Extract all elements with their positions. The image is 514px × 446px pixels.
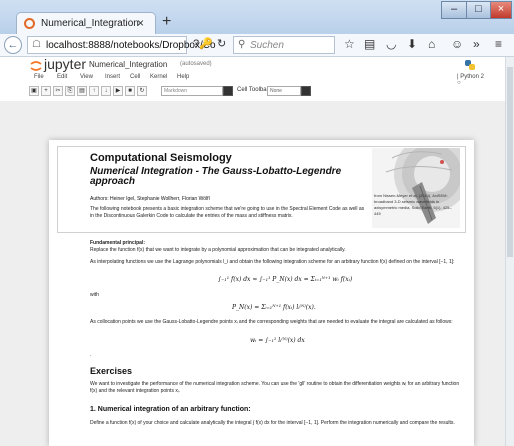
run-icon[interactable]: ▶ — [113, 86, 123, 96]
intro-text: The following notebook presents a basic … — [90, 206, 365, 219]
exercises-text: We want to investigate the performance o… — [90, 381, 460, 394]
search-input[interactable]: ⚲ Suchen — [233, 36, 335, 54]
search-icon: ⚲ — [238, 39, 246, 50]
reader-icon[interactable]: ▤ — [364, 37, 375, 51]
menu-icon[interactable]: ≡ — [495, 37, 502, 51]
star-icon[interactable]: ☆ — [344, 37, 355, 51]
kernel-name: Python 2 — [460, 74, 484, 80]
python-logo-icon — [465, 60, 475, 70]
tab-title: Numerical_Integration — [41, 18, 139, 29]
notebook-subtitle: Numerical Integration - The Gauss-Lobatt… — [90, 166, 342, 187]
notebook-toolbar: ▣ + ✂ ⎘ ▤ ↑ ↓ ▶ ■ ↻ Markdown Cell Toolba… — [29, 86, 484, 98]
notebook-title: Computational Seismology — [90, 152, 232, 164]
principle-heading: Fundamental principal: — [90, 240, 146, 246]
close-tab-icon[interactable]: × — [137, 16, 144, 30]
download-icon[interactable]: ⬇ — [407, 37, 417, 51]
reload-icon[interactable]: ↻ — [217, 37, 226, 50]
page-info-icon[interactable]: ☖ — [32, 39, 41, 50]
restart-icon[interactable]: ↻ — [137, 86, 147, 96]
cell-toolbar-select[interactable]: None — [267, 86, 301, 96]
home-icon[interactable]: ⌂ — [428, 37, 435, 51]
principle-text: Replace the function f(x) that we want t… — [90, 247, 346, 253]
minimize-button[interactable]: – — [441, 1, 467, 19]
key-icon[interactable]: ?🔑 — [193, 37, 213, 50]
search-placeholder: Suchen — [250, 40, 284, 51]
cell-type-select[interactable]: Markdown — [161, 86, 223, 96]
close-window-button[interactable]: × — [490, 1, 512, 19]
authors-line: Authors: Heiner Igel, Stephanie Wollherr… — [90, 196, 210, 202]
image-caption: from Nissen-Meyer et al. (2014), AxiSEM:… — [374, 193, 452, 216]
back-arrow-icon[interactable]: ← — [4, 36, 22, 54]
autosave-status: (autosaved) — [180, 61, 212, 67]
firefox-icon — [24, 18, 35, 29]
kernel-indicator: | Python 2 ○ — [457, 74, 484, 86]
maximize-button[interactable]: □ — [466, 1, 491, 19]
menu-help[interactable]: Help — [177, 74, 189, 80]
jupyter-logo-icon — [30, 61, 42, 71]
interp-text: As interpolating functions we use the La… — [90, 259, 455, 265]
copy-icon[interactable]: ⎘ — [65, 86, 75, 96]
chevron-down-icon[interactable] — [301, 86, 311, 96]
collocation-text: As collocation points we use the Gauss-L… — [90, 319, 453, 325]
menu-file[interactable]: File — [34, 74, 44, 80]
exercises-heading: Exercises — [90, 366, 133, 376]
url-bar[interactable]: ☖ localhost:8888/notebooks/Dropbox/Co — [27, 36, 216, 54]
exercise-1-text: Define a function f(x) of your choice an… — [90, 420, 455, 426]
add-icon[interactable]: + — [41, 86, 51, 96]
dot-text: . — [90, 352, 92, 358]
menu-view[interactable]: View — [80, 74, 93, 80]
with-text: with — [90, 292, 99, 298]
cut-icon[interactable]: ✂ — [53, 86, 63, 96]
equation-polynomial: P_N(x) = Σᵢ₌₁ᴺ⁺¹ f(xᵢ) lᵢ⁽ᴺ⁾(x). — [232, 304, 316, 311]
equation-weights: wᵢ = ∫₋₁¹ lᵢ⁽ᴺ⁾(x) dx — [250, 337, 305, 344]
move-up-icon[interactable]: ↑ — [89, 86, 99, 96]
paste-icon[interactable]: ▤ — [77, 86, 87, 96]
equation-integral: ∫₋₁¹ f(x) dx ≈ ∫₋₁¹ P_N(x) dx = Σᵢ₌₁ᴺ⁺¹ … — [218, 276, 353, 283]
new-tab-button[interactable]: + — [162, 13, 171, 31]
pocket-icon[interactable]: ◡ — [386, 37, 396, 51]
menu-edit[interactable]: Edit — [57, 74, 67, 80]
menu-cell[interactable]: Cell — [130, 74, 140, 80]
menu-kernel[interactable]: Kernel — [150, 74, 167, 80]
menu-insert[interactable]: Insert — [105, 74, 120, 80]
window-title-bar: Numerical_Integration × + – □ × — [0, 0, 514, 35]
scrollbar[interactable] — [505, 57, 514, 446]
url-text[interactable]: localhost:8888/notebooks/Dropbox/Co — [46, 40, 216, 51]
save-icon[interactable]: ▣ — [29, 86, 39, 96]
jupyter-brand[interactable]: jupyter — [44, 56, 86, 72]
stop-icon[interactable]: ■ — [125, 86, 135, 96]
menu-bar: File Edit View Insert Cell Kernel Help |… — [29, 74, 484, 86]
cell-toolbar-label: Cell Toolbar: — [237, 87, 271, 93]
scrollbar-thumb[interactable] — [507, 67, 513, 257]
exercise-1-heading: 1. Numerical integration of an arbitrary… — [90, 406, 251, 413]
browser-tab[interactable]: Numerical_Integration × — [16, 12, 156, 35]
move-down-icon[interactable]: ↓ — [101, 86, 111, 96]
chevron-down-icon[interactable] — [223, 86, 233, 96]
sync-icon[interactable]: ☺ — [451, 37, 463, 51]
notebook-name[interactable]: Numerical_Integration — [89, 60, 167, 69]
overflow-icon[interactable]: » — [473, 37, 480, 51]
